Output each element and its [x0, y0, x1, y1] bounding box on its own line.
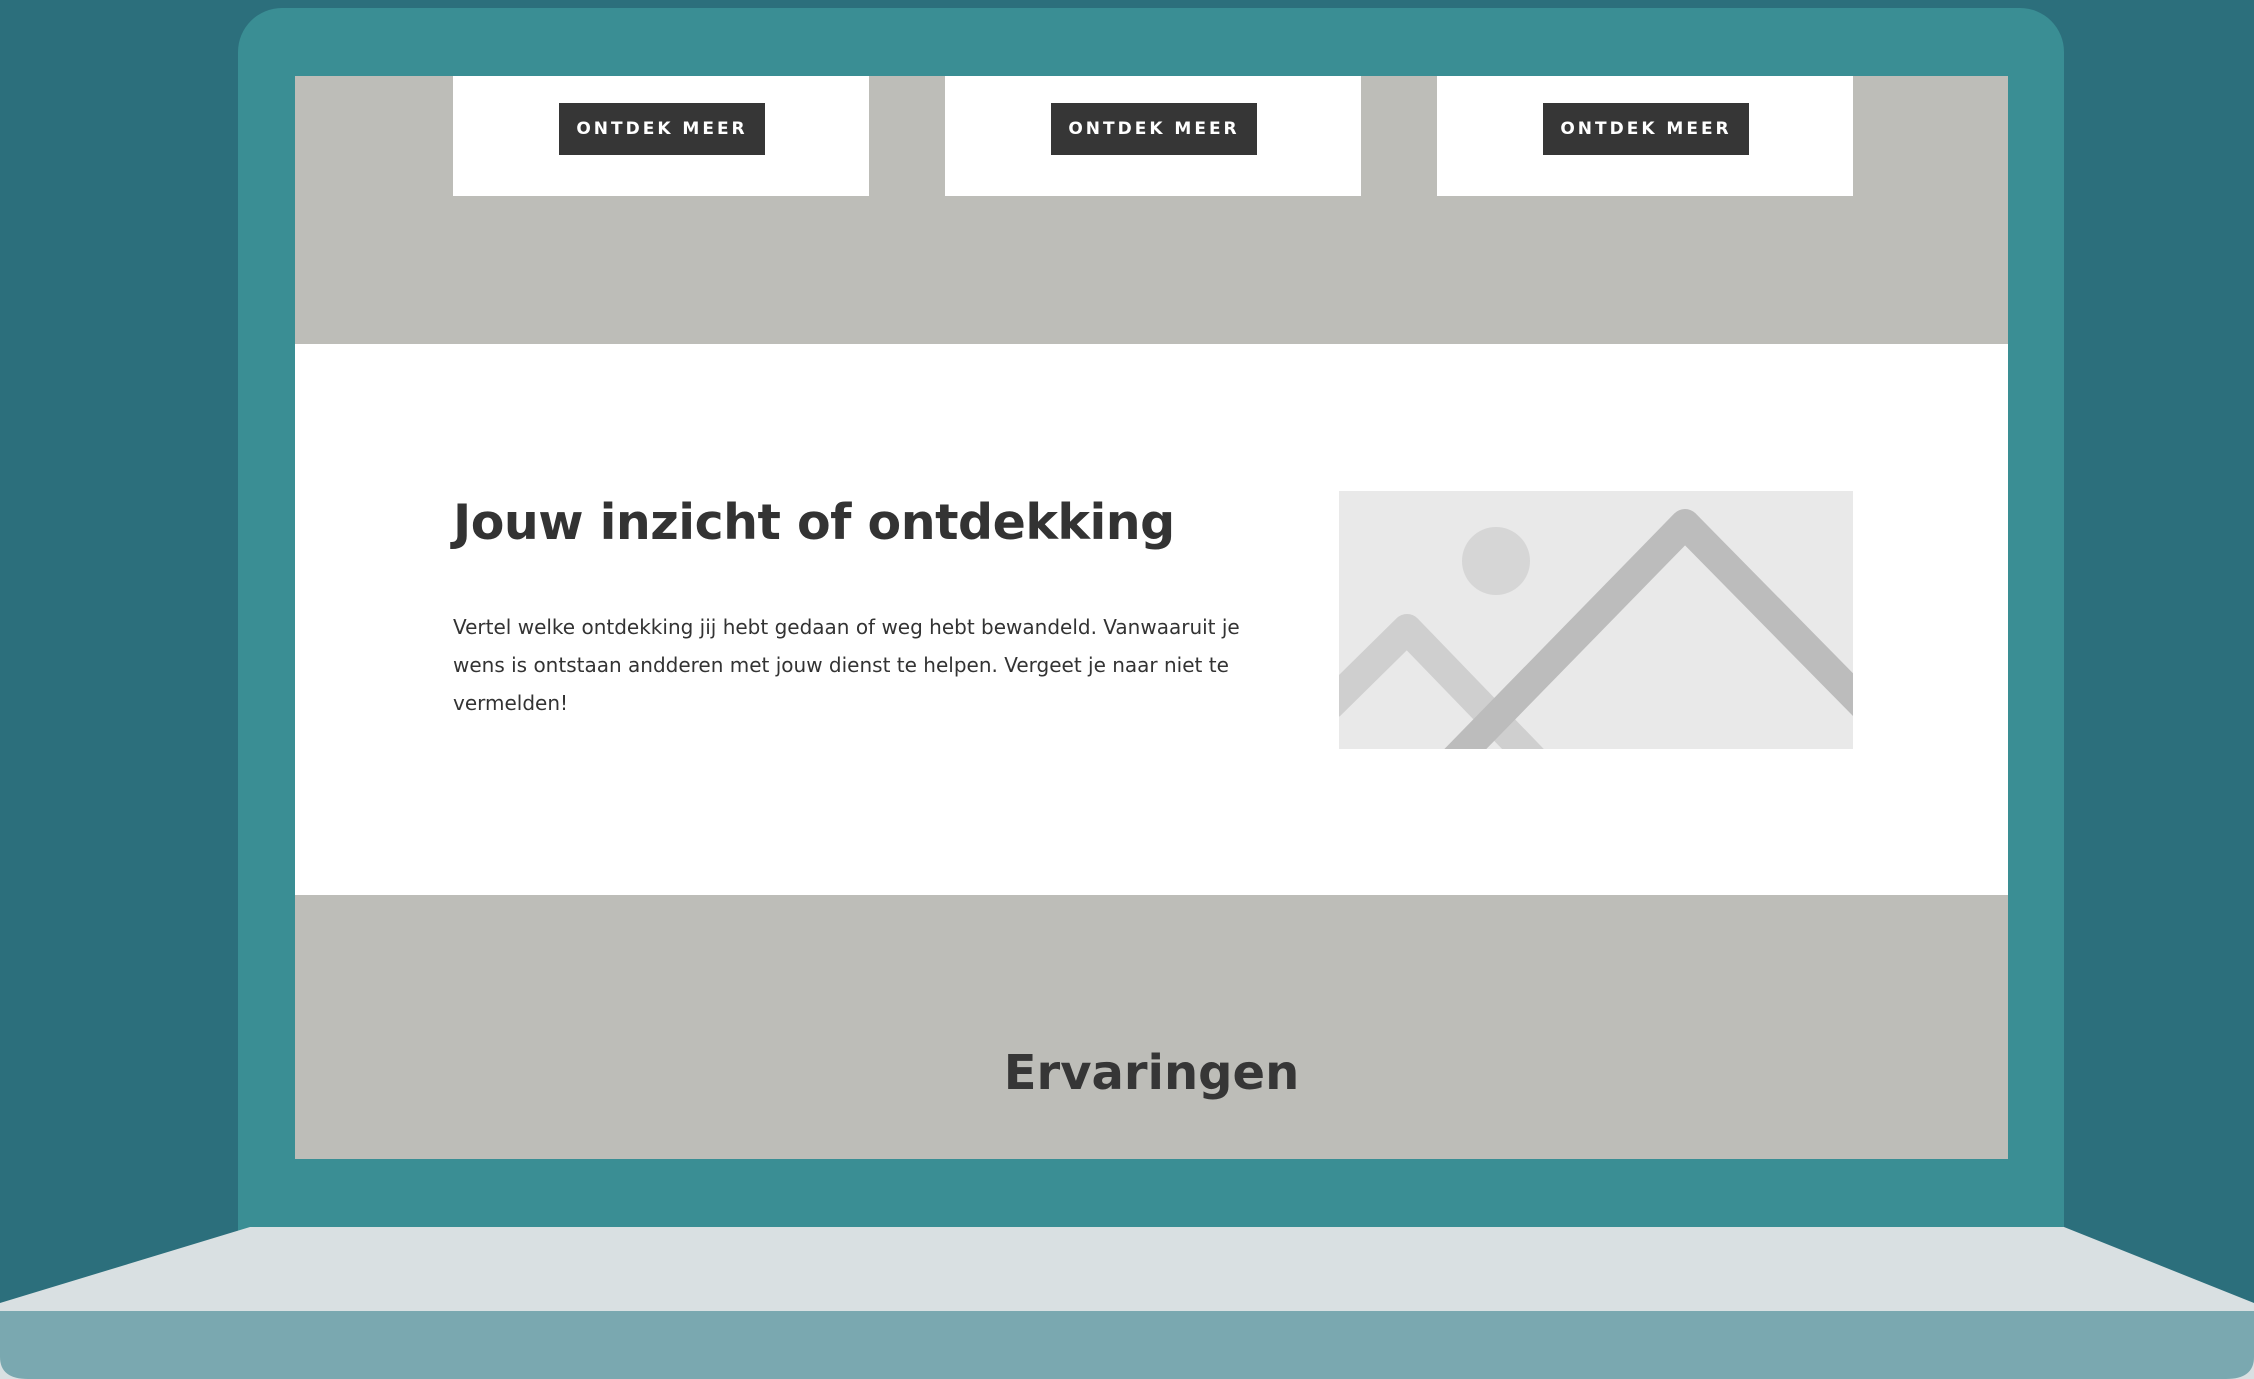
- service-card: ONTDEK MEER: [453, 76, 869, 196]
- testimonials-section: Ervaringen: [295, 895, 2008, 1159]
- service-card: ONTDEK MEER: [1437, 76, 1853, 196]
- insight-section: Jouw inzicht of ontdekking Vertel welke …: [295, 344, 2008, 895]
- illustration-stage: ONTDEK MEER ONTDEK MEER ONTDEK MEER Jouw…: [0, 0, 2254, 1379]
- cards-section: ONTDEK MEER ONTDEK MEER ONTDEK MEER: [295, 76, 2008, 344]
- discover-more-button[interactable]: ONTDEK MEER: [1543, 103, 1749, 155]
- image-placeholder-icon: [1339, 491, 1853, 749]
- section-title: Jouw inzicht of ontdekking: [453, 494, 1175, 551]
- testimonials-title: Ervaringen: [1003, 1045, 1300, 1101]
- laptop-screen: ONTDEK MEER ONTDEK MEER ONTDEK MEER Jouw…: [295, 76, 2008, 1159]
- discover-more-button[interactable]: ONTDEK MEER: [1051, 103, 1257, 155]
- section-body-text: Vertel welke ontdekking jij hebt gedaan …: [453, 615, 1240, 715]
- discover-more-button[interactable]: ONTDEK MEER: [559, 103, 765, 155]
- laptop-base: [0, 1227, 2254, 1379]
- service-card: ONTDEK MEER: [945, 76, 1361, 196]
